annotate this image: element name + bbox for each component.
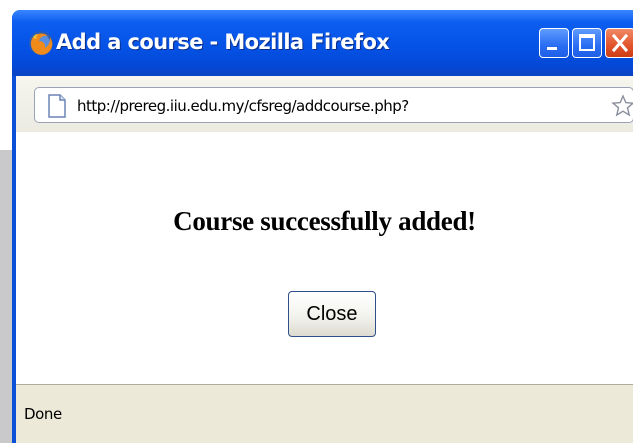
status-bar: Done (16, 384, 633, 443)
url-field[interactable]: http://prereg.iiu.edu.my/cfsreg/addcours… (34, 87, 633, 123)
close-window-button[interactable] (605, 28, 633, 58)
url-text: http://prereg.iiu.edu.my/cfsreg/addcours… (77, 97, 409, 115)
page-content: Course successfully added! Close (16, 132, 633, 384)
page-icon (47, 94, 67, 118)
status-text: Done (24, 405, 62, 423)
close-button[interactable]: Close (288, 291, 376, 337)
firefox-icon (26, 28, 56, 58)
star-icon[interactable] (611, 94, 633, 118)
window-titlebar[interactable]: Add a course - Mozilla Firefox (12, 10, 633, 76)
minimize-icon (547, 47, 557, 50)
browser-popup-window: Add a course - Mozilla Firefox http://pr… (12, 10, 633, 443)
maximize-icon (579, 34, 595, 51)
minimize-button[interactable] (539, 28, 569, 58)
address-bar: http://prereg.iiu.edu.my/cfsreg/addcours… (16, 76, 633, 132)
success-message: Course successfully added! (173, 206, 476, 236)
close-icon (611, 33, 629, 53)
window-title: Add a course - Mozilla Firefox (56, 30, 390, 54)
maximize-button[interactable] (572, 28, 602, 58)
